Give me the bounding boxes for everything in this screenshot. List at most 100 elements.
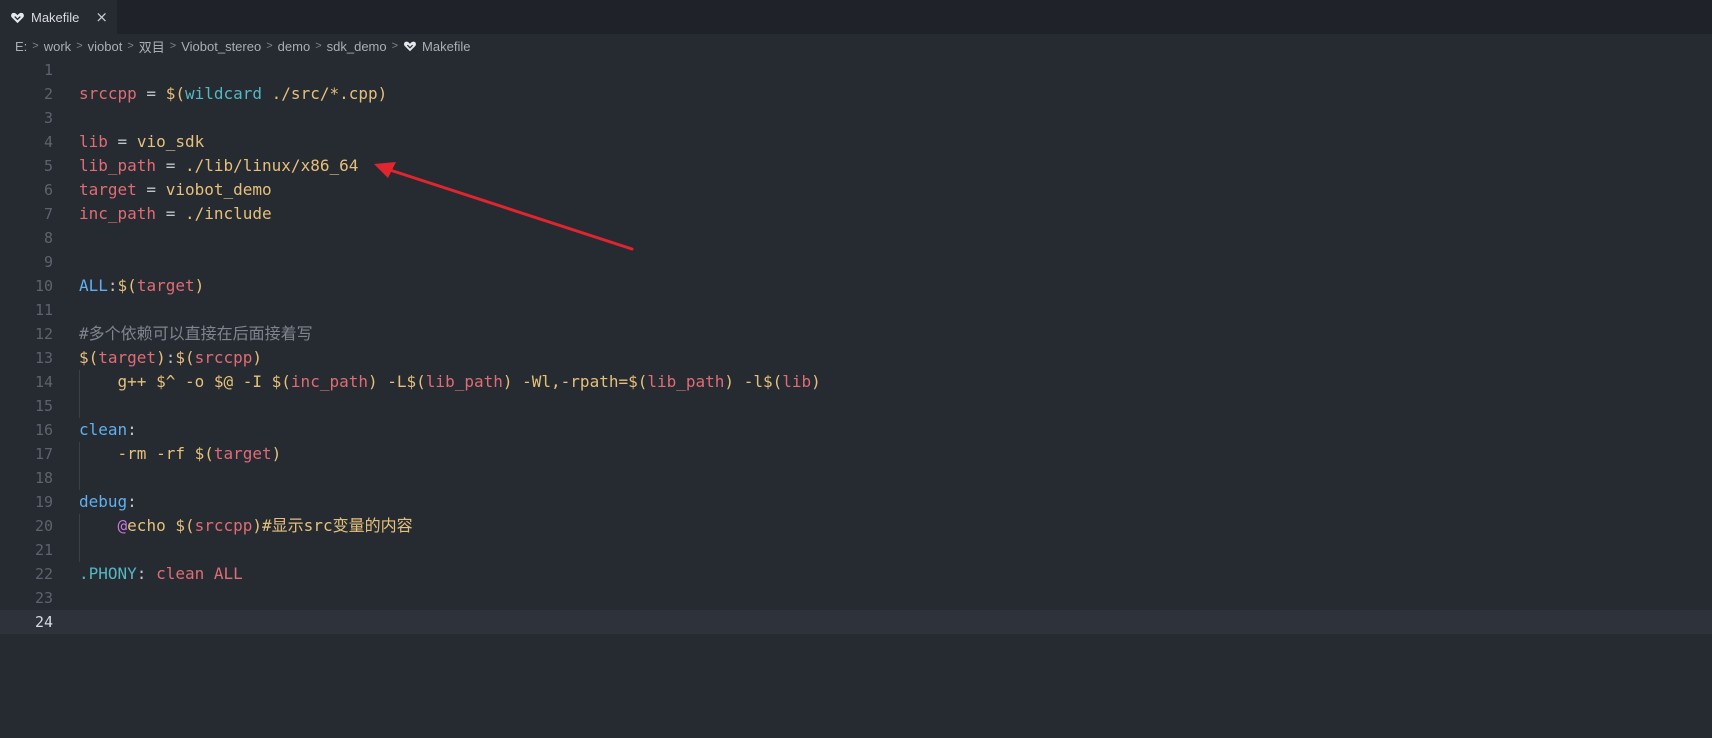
indent-guide (79, 394, 80, 418)
code-token: lib_path (79, 156, 157, 175)
code-line[interactable]: 20 @echo $(srccpp)#显示src变量的内容 (0, 514, 1712, 538)
code-token: ) (252, 348, 263, 367)
code-line[interactable]: 10 ALL:$(target) (0, 274, 1712, 298)
code-token: lib (79, 132, 108, 151)
code-line[interactable]: 11 (0, 298, 1712, 322)
code-token: $( (117, 276, 137, 295)
code-token: target (213, 444, 272, 463)
code-line[interactable]: 2 srccpp = $(wildcard ./src/*.cpp) (0, 82, 1712, 106)
code-token: ) (502, 372, 513, 391)
line-number: 20 (34, 517, 53, 535)
code-line[interactable]: 1 (0, 58, 1712, 82)
code-text: inc_path = ./include (79, 202, 272, 226)
line-number: 18 (34, 469, 53, 487)
line-number: 12 (34, 325, 53, 343)
code-token: target (136, 276, 195, 295)
code-line[interactable]: 15 (0, 394, 1712, 418)
code-line[interactable]: 17 -rm -rf $(target) (0, 442, 1712, 466)
line-number: 6 (43, 181, 53, 199)
code-text: clean: (79, 418, 137, 442)
breadcrumb-item-file[interactable]: Makefile (422, 39, 470, 54)
code-token: = (136, 84, 166, 103)
code-token: $( (271, 372, 291, 391)
code-token: -L (377, 372, 407, 391)
code-token: target (79, 180, 137, 199)
code-text: #多个依赖可以直接在后面接着写 (79, 322, 313, 346)
code-token: g++ $^ -o $@ -I (79, 372, 272, 391)
breadcrumb-item-demo[interactable]: demo (278, 39, 311, 54)
line-number: 3 (43, 109, 53, 127)
code-text: lib = vio_sdk (79, 130, 204, 154)
code-line[interactable]: 4 lib = vio_sdk (0, 130, 1712, 154)
code-text: target = viobot_demo (79, 178, 272, 202)
code-token: = (156, 204, 185, 223)
line-number: 15 (34, 397, 53, 415)
breadcrumb-item-viobot[interactable]: viobot (88, 39, 123, 54)
makefile-icon (404, 41, 417, 52)
code-text: g++ $^ -o $@ -I $(inc_path) -L$(lib_path… (79, 370, 821, 394)
code-line[interactable]: 12 #多个依赖可以直接在后面接着写 (0, 322, 1712, 346)
code-token: #多个依赖可以直接在后面接着写 (79, 324, 313, 343)
code-token: echo (127, 516, 176, 535)
chevron-right-icon: > (315, 40, 322, 52)
code-line[interactable]: 19 debug: (0, 490, 1712, 514)
code-line[interactable]: 23 (0, 586, 1712, 610)
tab-makefile[interactable]: Makefile × (0, 0, 117, 34)
line-number: 16 (34, 421, 53, 439)
line-number: 10 (34, 277, 53, 295)
code-text: ALL:$(target) (79, 274, 204, 298)
line-number: 14 (34, 373, 53, 391)
code-line[interactable]: 9 (0, 250, 1712, 274)
code-text: debug: (79, 490, 137, 514)
code-token: $( (762, 372, 783, 391)
breadcrumb-item-viobot-stereo[interactable]: Viobot_stereo (181, 39, 261, 54)
code-token: $( (175, 348, 195, 367)
code-token: $( (165, 84, 185, 103)
breadcrumb-item-stereo-cn[interactable]: 双目 (139, 37, 165, 56)
breadcrumb-item-work[interactable]: work (44, 39, 71, 54)
code-token: lib_path (425, 372, 503, 391)
code-line[interactable]: 6 target = viobot_demo (0, 178, 1712, 202)
code-token: vio_sdk (136, 132, 205, 151)
breadcrumb-item-sdk-demo[interactable]: sdk_demo (327, 39, 387, 54)
code-editor[interactable]: 1 2 srccpp = $(wildcard ./src/*.cpp) 3 4 lib … (0, 58, 1712, 634)
code-token: ) (252, 516, 263, 535)
code-line[interactable]: 5 lib_path = ./lib/linux/x86_64 (0, 154, 1712, 178)
breadcrumb: E: > work > viobot > 双目 > Viobot_stereo … (15, 36, 470, 56)
code-line[interactable]: 13 $(target):$(srccpp) (0, 346, 1712, 370)
code-line[interactable]: 7 inc_path = ./include (0, 202, 1712, 226)
code-token: clean (79, 420, 128, 439)
close-icon[interactable]: × (95, 8, 108, 26)
chevron-right-icon: > (127, 40, 134, 52)
code-token: clean ALL (156, 564, 243, 583)
code-line[interactable]: 22 .PHONY: clean ALL (0, 562, 1712, 586)
code-token: ) (377, 84, 388, 103)
code-line[interactable]: 14 g++ $^ -o $@ -I $(inc_path) -L$(lib_p… (0, 370, 1712, 394)
line-number: 21 (34, 541, 53, 559)
breadcrumb-item-drive[interactable]: E: (15, 39, 27, 54)
chevron-right-icon: > (266, 40, 273, 52)
code-token: : (107, 276, 118, 295)
code-token: target (98, 348, 157, 367)
line-number: 4 (43, 133, 53, 151)
code-line[interactable]: 24 (0, 610, 1712, 634)
code-token: ./lib/linux/x86_64 (184, 156, 359, 175)
code-line[interactable]: 16 clean: (0, 418, 1712, 442)
line-number: 7 (43, 205, 53, 223)
line-number: 5 (43, 157, 53, 175)
line-number: 22 (34, 565, 53, 583)
code-token: $( (628, 372, 648, 391)
code-token: @ (117, 516, 128, 535)
code-token: inc_path (79, 204, 157, 223)
code-text: .PHONY: clean ALL (79, 562, 243, 586)
line-number: 24 (34, 613, 53, 631)
code-line[interactable]: 3 (0, 106, 1712, 130)
code-line[interactable]: 18 (0, 466, 1712, 490)
code-line[interactable]: 21 (0, 538, 1712, 562)
code-text: -rm -rf $(target) (79, 442, 282, 466)
line-number: 8 (43, 229, 53, 247)
line-number: 13 (34, 349, 53, 367)
code-line[interactable]: 8 (0, 226, 1712, 250)
code-token: : (136, 564, 157, 583)
